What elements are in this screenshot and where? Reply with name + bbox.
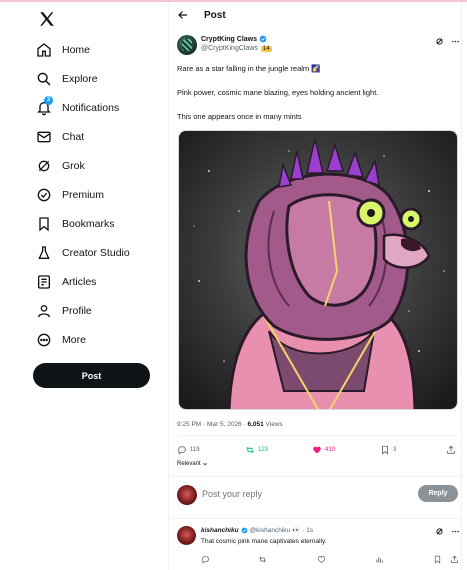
x-logo-icon[interactable] [38, 10, 56, 28]
mail-icon [36, 129, 52, 145]
analytics-icon[interactable] [375, 555, 384, 564]
author-handle-row: @CryptKingClaws 14 [201, 45, 272, 52]
divider [169, 476, 463, 477]
person-icon [36, 303, 52, 319]
sidebar-item-articles[interactable]: Articles [36, 271, 96, 293]
repost-icon [246, 446, 254, 454]
chevron-down-icon [202, 462, 207, 466]
tweet-meta: 9:25 PM · Mar 5, 2026 · 6,051 Views [177, 421, 283, 428]
sidebar-item-premium[interactable]: Premium [36, 184, 104, 206]
heart-icon[interactable] [317, 555, 326, 564]
more-options-icon[interactable] [451, 527, 460, 536]
search-icon [36, 71, 52, 87]
current-user-avatar[interactable] [177, 485, 197, 505]
page-title: Post [204, 10, 226, 21]
bell-icon: 3 [36, 96, 53, 116]
like-action[interactable]: 410 [312, 444, 335, 456]
back-arrow-icon[interactable] [177, 9, 189, 21]
sidebar-item-explore[interactable]: Explore [36, 68, 98, 90]
sidebar-item-chat[interactable]: Chat [36, 126, 84, 148]
views-label: Views [263, 421, 283, 428]
share-action[interactable] [446, 444, 456, 456]
home-icon [36, 42, 52, 58]
sidebar-item-creator-studio[interactable]: Creator Studio [36, 242, 130, 264]
more-circle-icon [36, 332, 52, 348]
tweet-text-line: Rare as a star falling in the jungle rea… [177, 64, 321, 73]
share-icon[interactable] [450, 555, 459, 564]
reply-header: kishanchiku @kishanchiku 👀 · 1s [201, 526, 313, 535]
notification-count-badge: 3 [44, 96, 53, 105]
repost-icon[interactable] [258, 555, 267, 564]
reply-icon [178, 446, 186, 455]
reply-count: 119 [190, 447, 200, 453]
verified-badge-icon [241, 527, 247, 533]
reply-sort-dropdown[interactable]: Relevant [177, 461, 208, 467]
heart-filled-icon [313, 446, 321, 454]
reply-sort-label: Relevant [177, 461, 201, 467]
verified-badge-icon [259, 35, 267, 43]
reply-icon[interactable] [201, 555, 210, 564]
grok-icon[interactable] [435, 527, 444, 536]
compose-post-button[interactable]: Post [33, 363, 150, 388]
sidebar-item-home[interactable]: Home [36, 39, 90, 61]
author-avatar[interactable] [177, 35, 197, 55]
post-detail-column: Post CryptKing Claws @CryptKingClaws 14 … [168, 2, 463, 570]
tweet-text-line: This one appears once in many mints [177, 112, 302, 121]
reply-button[interactable]: Reply [418, 485, 458, 502]
article-icon [36, 274, 52, 290]
author-name: CryptKing Claws [201, 35, 258, 43]
bookmark-icon [36, 216, 52, 232]
divider [177, 435, 457, 436]
sidebar-item-label: Profile [62, 305, 92, 317]
reply-author-avatar[interactable] [177, 526, 196, 545]
sidebar-item-label: More [62, 334, 86, 346]
sidebar-item-label: Home [62, 44, 91, 56]
reply-emoji: 👀 [292, 527, 301, 534]
reply-input[interactable] [202, 487, 402, 501]
repost-count: 123 [258, 447, 269, 453]
tweet-timestamp[interactable]: 9:25 PM · Mar 5, 2026 · [177, 421, 247, 428]
sidebar: Home Explore 3 Notifications Chat Grok P… [0, 2, 168, 570]
sidebar-item-label: Creator Studio [62, 247, 130, 259]
reply-author-handle[interactable]: @kishanchiku [250, 527, 291, 534]
grok-icon [36, 158, 52, 174]
sidebar-item-label: Premium [62, 189, 105, 201]
reply-action[interactable]: 119 [177, 444, 200, 456]
tweet-media-image[interactable] [178, 130, 458, 410]
sidebar-item-grok[interactable]: Grok [36, 155, 85, 177]
sidebar-item-label: Explore [62, 73, 98, 85]
sidebar-item-label: Notifications [62, 102, 120, 114]
sidebar-item-more[interactable]: More [36, 329, 86, 351]
tweet-text-line: Pink power, cosmic mane blazing, eyes ho… [177, 88, 379, 97]
flask-icon [36, 245, 52, 261]
reply-author-name[interactable]: kishanchiku [201, 527, 239, 534]
views-count: 6,051 [247, 421, 264, 428]
bookmark-action[interactable]: 3 [380, 444, 396, 456]
page-header: Post [169, 2, 463, 28]
author-handle[interactable]: @CryptKingClaws [201, 45, 258, 52]
bookmark-icon[interactable] [433, 555, 442, 564]
sidebar-item-label: Chat [62, 131, 85, 143]
sidebar-item-label: Grok [62, 160, 85, 172]
more-options-icon[interactable] [451, 37, 460, 46]
author-name-row[interactable]: CryptKing Claws [201, 35, 267, 43]
bookmark-icon [382, 445, 388, 455]
like-count: 410 [325, 447, 336, 453]
sidebar-item-notifications[interactable]: 3 Notifications [36, 96, 120, 119]
sidebar-item-label: Bookmarks [62, 218, 115, 230]
lion-artwork [179, 131, 457, 409]
sidebar-item-bookmarks[interactable]: Bookmarks [36, 213, 115, 235]
sidebar-item-label: Articles [62, 276, 97, 288]
share-icon [447, 445, 455, 454]
sidebar-item-profile[interactable]: Profile [36, 300, 92, 322]
premium-icon [36, 187, 52, 203]
reply-time[interactable]: · 1s [302, 527, 313, 534]
repost-action[interactable]: 123 [245, 444, 268, 456]
bookmark-count: 3 [393, 447, 397, 453]
handle-badge: 14 [260, 45, 272, 52]
reply-text: That cosmic pink mane captivates eternal… [201, 538, 327, 545]
grok-icon[interactable] [435, 37, 444, 46]
divider [169, 518, 463, 519]
